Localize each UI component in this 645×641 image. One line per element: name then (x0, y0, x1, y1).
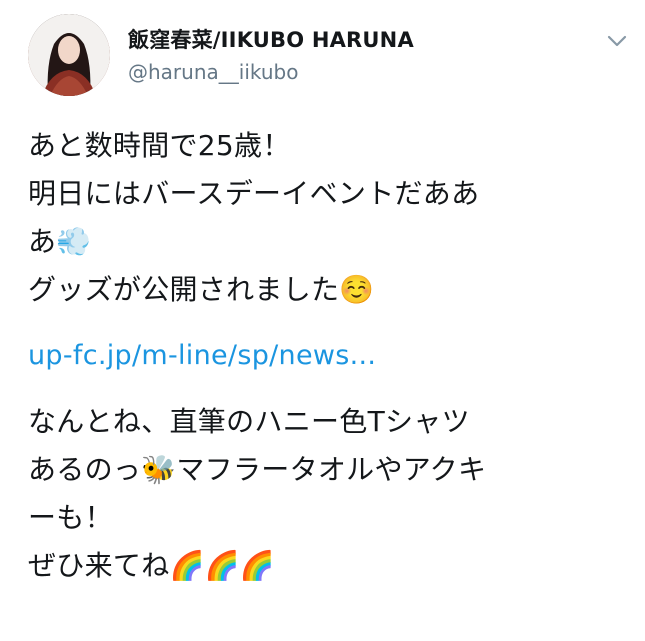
user-handle[interactable]: @haruna__iikubo (128, 60, 414, 84)
user-names: 飯窪春菜/IIKUBO HARUNA @haruna__iikubo (128, 24, 414, 84)
tweet-line: あ💨 (28, 225, 92, 258)
display-name[interactable]: 飯窪春菜/IIKUBO HARUNA (128, 24, 414, 54)
avatar[interactable] (28, 14, 110, 96)
tweet-line: ーも！ (28, 501, 113, 534)
tweet-body: あと数時間で25歳！ 明日にはバースデーイベントだああ あ💨 グッズが公開されま… (28, 122, 628, 590)
tweet-link[interactable]: up-fc.jp/m-line/sp/news... (28, 332, 628, 380)
tweet-line: ぜひ来てね🌈🌈🌈 (28, 549, 275, 582)
tweet-line: あと数時間で25歳！ (28, 129, 291, 162)
chevron-down-icon[interactable] (606, 32, 628, 50)
tweet-line: あるのっ🐝マフラータオルやアクキ (28, 453, 487, 486)
tweet-line: なんとね、直筆のハニー色Tシャツ (28, 405, 470, 438)
avatar-image (28, 14, 110, 96)
tweet-line: 明日にはバースデーイベントだああ (28, 177, 480, 210)
tweet-line: グッズが公開されました☺️ (28, 273, 375, 306)
tweet-header: 飯窪春菜/IIKUBO HARUNA @haruna__iikubo (28, 14, 628, 98)
